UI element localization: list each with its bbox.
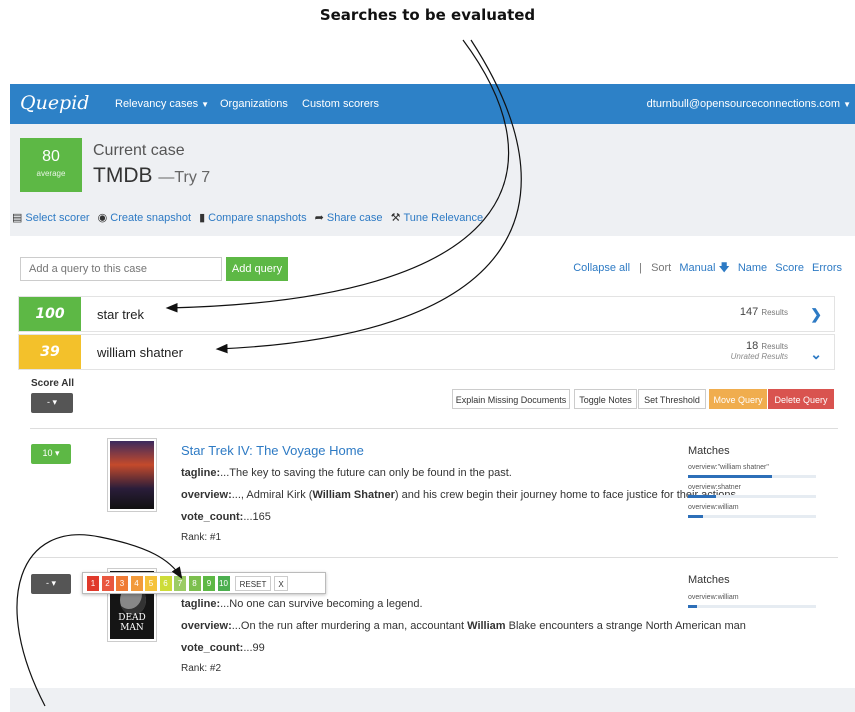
annotation-arrows xyxy=(16,39,522,707)
arrow-to-star-trek xyxy=(165,39,510,313)
arrow-to-rating-popup xyxy=(16,534,183,707)
